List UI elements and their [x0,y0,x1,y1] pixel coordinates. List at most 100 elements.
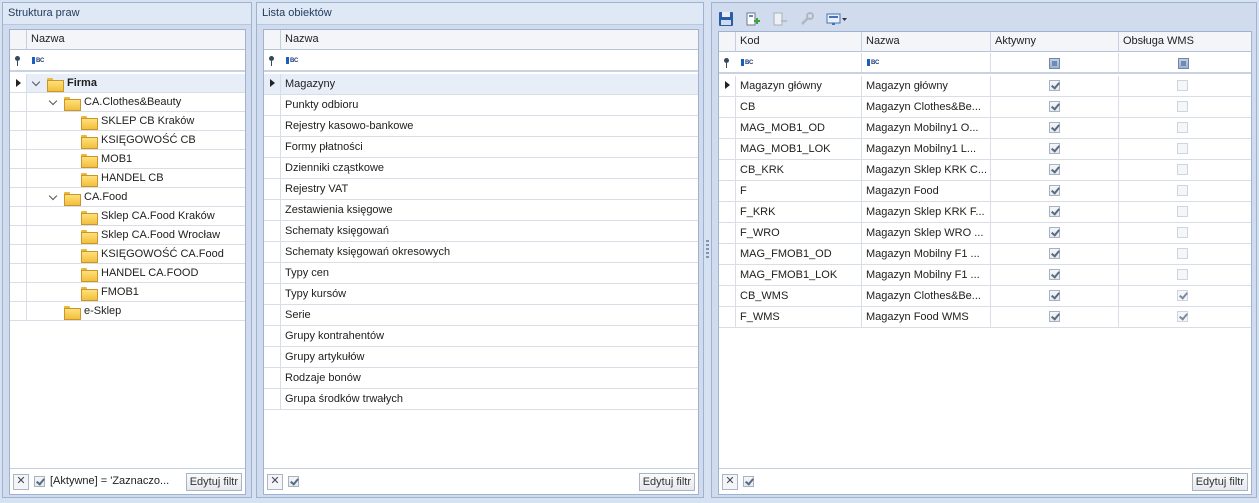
kod-text-filter-icon[interactable]: BC [741,59,753,67]
wms-filter-checkbox[interactable] [1178,58,1189,69]
row-selector[interactable] [264,116,281,136]
object-list-item[interactable]: Magazyny [264,74,698,95]
row-selector[interactable] [719,286,736,306]
wms-checkbox[interactable] [1177,122,1188,133]
row-selector[interactable] [264,74,281,94]
aktywny-checkbox[interactable] [1049,101,1060,112]
row-selector[interactable] [10,264,27,282]
wms-checkbox[interactable] [1177,185,1188,196]
row-selector[interactable] [719,97,736,117]
row-selector[interactable] [264,284,281,304]
row-selector[interactable] [10,283,27,301]
aktywny-checkbox[interactable] [1049,227,1060,238]
table-row[interactable]: MAG_MOB1_LOK Magazyn Mobilny1 L... [719,139,1251,160]
chevron-down-icon[interactable] [31,77,41,87]
edit-filter-button[interactable]: Edytuj filtr [638,473,695,491]
aktywny-checkbox[interactable] [1049,143,1060,154]
text-filter-icon[interactable]: BC [32,57,44,65]
column-header-obsluga-wms[interactable]: Obsługa WMS [1119,32,1251,52]
row-selector[interactable] [264,368,281,388]
row-selector[interactable] [10,93,27,111]
object-list-item[interactable]: Dzienniki cząstkowe [264,158,698,179]
table-row[interactable]: CB Magazyn Clothes&Be... [719,97,1251,118]
row-selector[interactable] [719,244,736,264]
wms-checkbox[interactable] [1177,227,1188,238]
row-selector[interactable] [264,389,281,409]
tree-node[interactable]: MOB1 [10,150,245,169]
wms-checkbox[interactable] [1177,206,1188,217]
tree-node[interactable]: HANDEL CA.FOOD [10,264,245,283]
add-object-icon[interactable] [745,11,761,27]
table-row[interactable]: MAG_MOB1_OD Magazyn Mobilny1 O... [719,118,1251,139]
aktywny-checkbox[interactable] [1049,311,1060,322]
row-selector[interactable] [719,76,736,96]
tree-node[interactable]: SKLEP CB Kraków [10,112,245,131]
table-row[interactable]: F_WRO Magazyn Sklep WRO ... [719,223,1251,244]
row-selector[interactable] [264,95,281,115]
edit-filter-button[interactable]: Edytuj filtr [1191,473,1248,491]
remove-object-icon[interactable] [772,11,788,27]
table-row[interactable]: F_WMS Magazyn Food WMS [719,307,1251,328]
filter-enabled-checkbox[interactable] [743,476,754,487]
row-selector[interactable] [10,169,27,187]
tree-node[interactable]: CA.Clothes&Beauty [10,93,245,112]
row-selector[interactable] [719,118,736,138]
edit-filter-button[interactable]: Edytuj filtr [185,473,242,491]
row-selector[interactable] [10,188,27,206]
row-selector[interactable] [264,200,281,220]
aktywny-checkbox[interactable] [1049,80,1060,91]
wms-checkbox[interactable] [1177,80,1188,91]
splitter-handle[interactable] [706,240,709,260]
tree-node[interactable]: Sklep CA.Food Kraków [10,207,245,226]
clear-filter-button[interactable]: ✕ [13,474,29,490]
row-selector[interactable] [719,181,736,201]
table-row[interactable]: CB_KRK Magazyn Sklep KRK C... [719,160,1251,181]
object-list-item[interactable]: Grupa środków trwałych [264,389,698,410]
row-selector[interactable] [719,223,736,243]
wms-checkbox[interactable] [1177,311,1188,322]
object-list-item[interactable]: Schematy księgowań okresowych [264,242,698,263]
column-header-aktywny[interactable]: Aktywny [991,32,1119,52]
row-selector[interactable] [264,137,281,157]
object-list-item[interactable]: Serie [264,305,698,326]
wms-checkbox[interactable] [1177,290,1188,301]
object-list-item[interactable]: Rejestry VAT [264,179,698,200]
wms-checkbox[interactable] [1177,101,1188,112]
row-selector[interactable] [719,265,736,285]
row-selector[interactable] [10,245,27,263]
object-list-item[interactable]: Typy kursów [264,284,698,305]
row-selector[interactable] [264,158,281,178]
wms-checkbox[interactable] [1177,269,1188,280]
aktywny-checkbox[interactable] [1049,164,1060,175]
table-row[interactable]: Magazyn główny Magazyn główny [719,76,1251,97]
row-selector[interactable] [10,150,27,168]
chevron-down-icon[interactable] [48,191,58,201]
table-row[interactable]: MAG_FMOB1_OD Magazyn Mobilny F1 ... [719,244,1251,265]
clear-filter-button[interactable]: ✕ [267,474,283,490]
object-list-item[interactable]: Zestawienia księgowe [264,200,698,221]
row-selector[interactable] [719,202,736,222]
row-selector[interactable] [719,160,736,180]
aktywny-checkbox[interactable] [1049,290,1060,301]
save-icon[interactable] [718,11,734,27]
aktywny-filter-checkbox[interactable] [1049,58,1060,69]
object-list-item[interactable]: Typy cen [264,263,698,284]
row-selector[interactable] [10,302,27,320]
text-filter-icon[interactable]: BC [286,57,298,65]
tree-node[interactable]: Sklep CA.Food Wrocław [10,226,245,245]
filter-enabled-checkbox[interactable] [34,476,45,487]
aktywny-checkbox[interactable] [1049,206,1060,217]
row-selector[interactable] [264,242,281,262]
row-selector[interactable] [264,305,281,325]
object-list-item[interactable]: Grupy kontrahentów [264,326,698,347]
column-header-kod[interactable]: Kod [736,32,862,52]
tree-node[interactable]: e-Sklep [10,302,245,321]
wms-checkbox[interactable] [1177,143,1188,154]
object-list-item[interactable]: Rodzaje bonów [264,368,698,389]
tree-node[interactable]: CA.Food [10,188,245,207]
chevron-down-icon[interactable] [48,96,58,106]
tree-node[interactable]: KSIĘGOWOŚĆ CA.Food [10,245,245,264]
row-selector[interactable] [264,221,281,241]
row-selector[interactable] [10,112,27,130]
object-list-item[interactable]: Punkty odbioru [264,95,698,116]
